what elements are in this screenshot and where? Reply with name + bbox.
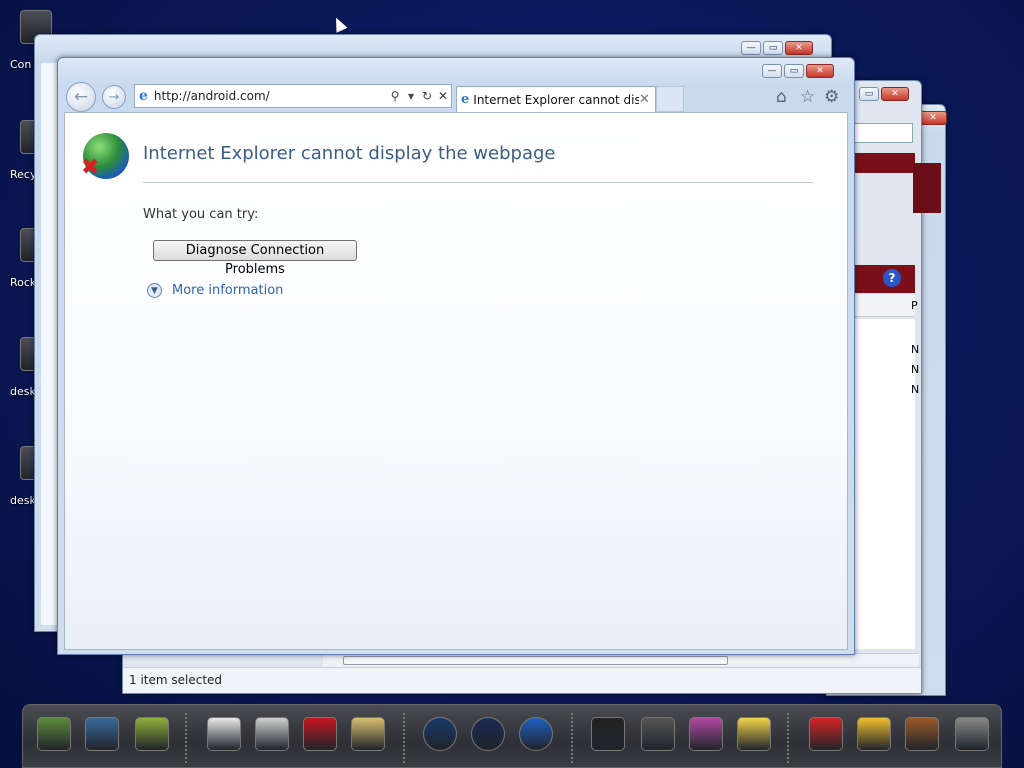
- desktop-icon-label: desk: [10, 494, 36, 507]
- stop-icon[interactable]: ✕: [435, 89, 451, 103]
- gallery-icon[interactable]: [689, 717, 723, 751]
- close-button[interactable]: ✕: [919, 111, 947, 125]
- dock-separator: [185, 713, 187, 763]
- horizontal-scrollbar[interactable]: [323, 653, 919, 667]
- desktop-icon-label: Con: [10, 58, 32, 71]
- android-desktop-icon[interactable]: [37, 717, 71, 751]
- display-icon[interactable]: [591, 717, 625, 751]
- expand-icon[interactable]: ▼: [147, 283, 162, 298]
- maps-icon[interactable]: [351, 717, 385, 751]
- address-bar[interactable]: e http://android.com/ ⚲ ▾ ↻ ✕: [134, 84, 452, 108]
- play-store-icon[interactable]: [207, 717, 241, 751]
- toolbar-strip: [849, 265, 915, 293]
- column-header[interactable]: P: [849, 295, 918, 317]
- maximize-button[interactable]: ▭: [859, 87, 879, 101]
- desktop-icon-label: Rock: [10, 276, 37, 289]
- dock-separator: [403, 713, 405, 763]
- forward-button[interactable]: →: [102, 85, 126, 109]
- list-item: N: [911, 343, 920, 356]
- error-x-icon: ✖: [81, 155, 100, 180]
- file-list: N N N: [849, 319, 919, 649]
- help-icon[interactable]: ?: [883, 269, 901, 287]
- page-title: Internet Explorer cannot display the web…: [143, 143, 556, 164]
- navigation-bar: ← → e http://android.com/ ⚲ ▾ ↻ ✕ e Inte…: [58, 58, 854, 112]
- divider: [143, 182, 813, 183]
- browser-globe-icon[interactable]: [519, 717, 553, 751]
- calculator-icon[interactable]: [641, 717, 675, 751]
- android-robot-icon[interactable]: [905, 717, 939, 751]
- window-controls: ✕: [919, 111, 947, 125]
- dock-separator: [787, 713, 789, 763]
- refresh-icon[interactable]: ↻: [419, 89, 435, 103]
- back-button[interactable]: ←: [66, 82, 96, 112]
- desktop-icon-label: Recy: [10, 168, 37, 181]
- favorites-star-icon[interactable]: ☆: [800, 87, 815, 107]
- weather-icon[interactable]: [857, 717, 891, 751]
- ie-icon: e: [139, 88, 148, 104]
- column-header-label: P: [911, 299, 918, 312]
- close-button[interactable]: ✕: [881, 87, 909, 101]
- desktop-icon-label: desk: [10, 385, 36, 398]
- dock: [22, 704, 1002, 768]
- window-controls: ▭ ✕: [859, 87, 909, 101]
- notes-icon[interactable]: [737, 717, 771, 751]
- banner-strip: [913, 163, 941, 213]
- tab-active[interactable]: e Internet Explorer cannot dis... ✕: [456, 86, 656, 112]
- diagnose-connection-button[interactable]: Diagnose Connection Problems: [153, 240, 357, 277]
- tab-title: Internet Explorer cannot dis...: [473, 92, 639, 107]
- new-tab-button[interactable]: [656, 86, 684, 112]
- camera-icon[interactable]: [423, 717, 457, 751]
- suggestions-label: What you can try:: [143, 207, 259, 222]
- list-item: N: [911, 363, 920, 376]
- page-content: ✖ Internet Explorer cannot display the w…: [64, 112, 848, 650]
- maximize-button[interactable]: ▭: [763, 41, 783, 55]
- search-input[interactable]: [853, 123, 913, 143]
- gear-icon[interactable]: ⚙: [824, 87, 839, 107]
- more-information-link[interactable]: More information: [172, 283, 283, 298]
- close-button[interactable]: ✕: [785, 41, 813, 55]
- list-item: N: [911, 383, 920, 396]
- speaker-icon[interactable]: [471, 717, 505, 751]
- ie-icon: e: [461, 92, 470, 107]
- chevron-down-icon[interactable]: ▾: [403, 89, 419, 103]
- trash-icon[interactable]: [955, 717, 989, 751]
- globe-desktop-icon[interactable]: [85, 717, 119, 751]
- status-text: 1 item selected: [129, 673, 223, 687]
- window-controls: — ▭ ✕: [741, 41, 813, 55]
- status-bar: 1 item selected: [123, 667, 921, 693]
- gmail-icon[interactable]: [255, 717, 289, 751]
- more-information-toggle[interactable]: ▼ More information: [147, 283, 283, 298]
- angry-birds-icon[interactable]: [809, 717, 843, 751]
- scrollbar-thumb[interactable]: [343, 656, 728, 665]
- dock-separator: [571, 713, 573, 763]
- search-icon[interactable]: ⚲: [387, 89, 403, 103]
- home-icon[interactable]: ⌂: [776, 87, 787, 107]
- address-input[interactable]: http://android.com/: [154, 89, 387, 103]
- minimize-button[interactable]: —: [741, 41, 761, 55]
- internet-explorer-window[interactable]: — ▭ ✕ ← → e http://android.com/ ⚲ ▾ ↻ ✕ …: [57, 57, 855, 655]
- youtube-icon[interactable]: [303, 717, 337, 751]
- banner-strip: [849, 153, 915, 173]
- close-tab-icon[interactable]: ✕: [639, 92, 655, 107]
- android-folder-icon[interactable]: [135, 717, 169, 751]
- mouse-cursor: [330, 15, 348, 33]
